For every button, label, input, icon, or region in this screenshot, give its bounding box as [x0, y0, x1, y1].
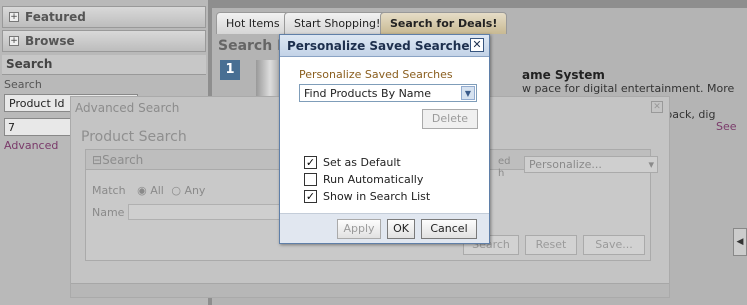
- tab-search-deals[interactable]: Search for Deals!: [380, 12, 508, 34]
- cancel-button[interactable]: Cancel: [421, 219, 477, 239]
- expand-icon: +: [9, 36, 19, 46]
- personalize-select[interactable]: Personalize... ▾: [524, 156, 658, 173]
- product-title[interactable]: ame System: [522, 68, 605, 82]
- tab-hot-items[interactable]: Hot Items: [216, 12, 290, 34]
- personalize-dialog: Personalize Saved Searches ✕ Personalize…: [279, 34, 490, 244]
- tab-start-shopping[interactable]: Start Shopping!: [284, 12, 391, 34]
- dialog-footer: Apply OK Cancel: [280, 213, 489, 243]
- advanced-search-title: Advanced Search: [75, 101, 180, 115]
- expand-icon: +: [9, 12, 19, 22]
- see-link[interactable]: See: [716, 120, 737, 133]
- checkbox-checked[interactable]: ✓: [304, 156, 317, 169]
- close-icon[interactable]: ✕: [470, 38, 484, 52]
- accordion-label: Featured: [25, 10, 86, 24]
- save-button[interactable]: Save...: [583, 235, 645, 255]
- results-title: Search R: [218, 38, 288, 54]
- dialog-title-bar[interactable]: Personalize Saved Searches ✕: [280, 35, 489, 57]
- delete-button[interactable]: Delete: [422, 109, 478, 129]
- search-header: Search: [2, 55, 206, 75]
- saved-search-select[interactable]: Find Products By Name ▼: [299, 84, 477, 102]
- result-number: 1: [220, 60, 240, 80]
- accordion-label: Browse: [25, 34, 75, 48]
- chevron-down-icon: ▾: [648, 158, 654, 171]
- match-label: Match: [92, 184, 126, 197]
- ok-button[interactable]: OK: [387, 219, 415, 239]
- chevron-down-icon[interactable]: ▼: [461, 86, 475, 100]
- accordion-browse[interactable]: + Browse: [2, 30, 206, 52]
- search-section-label: ⊟Search: [92, 153, 144, 167]
- product-search-title: Product Search: [81, 129, 187, 145]
- dialog-footer: [71, 283, 669, 297]
- saved-search-label: ed h: [498, 156, 511, 179]
- search-label: Search: [4, 78, 42, 91]
- accordion-featured[interactable]: + Featured: [2, 6, 206, 28]
- close-icon[interactable]: ✕: [651, 101, 663, 113]
- name-label: Name: [92, 206, 125, 219]
- reset-button[interactable]: Reset: [525, 235, 577, 255]
- checkbox-checked[interactable]: ✓: [304, 190, 317, 203]
- advanced-link[interactable]: Advanced: [4, 139, 58, 152]
- radio-all[interactable]: ◉ All: [137, 184, 164, 197]
- match-row: Match ◉ All ○ Any: [92, 184, 205, 197]
- dialog-title: Personalize Saved Searches: [287, 39, 477, 53]
- section-label: Personalize Saved Searches: [299, 68, 453, 81]
- checkbox-unchecked[interactable]: [304, 173, 317, 186]
- apply-button[interactable]: Apply: [337, 219, 381, 239]
- chevron-left-icon[interactable]: ◀: [733, 228, 747, 256]
- radio-any[interactable]: ○ Any: [171, 184, 205, 197]
